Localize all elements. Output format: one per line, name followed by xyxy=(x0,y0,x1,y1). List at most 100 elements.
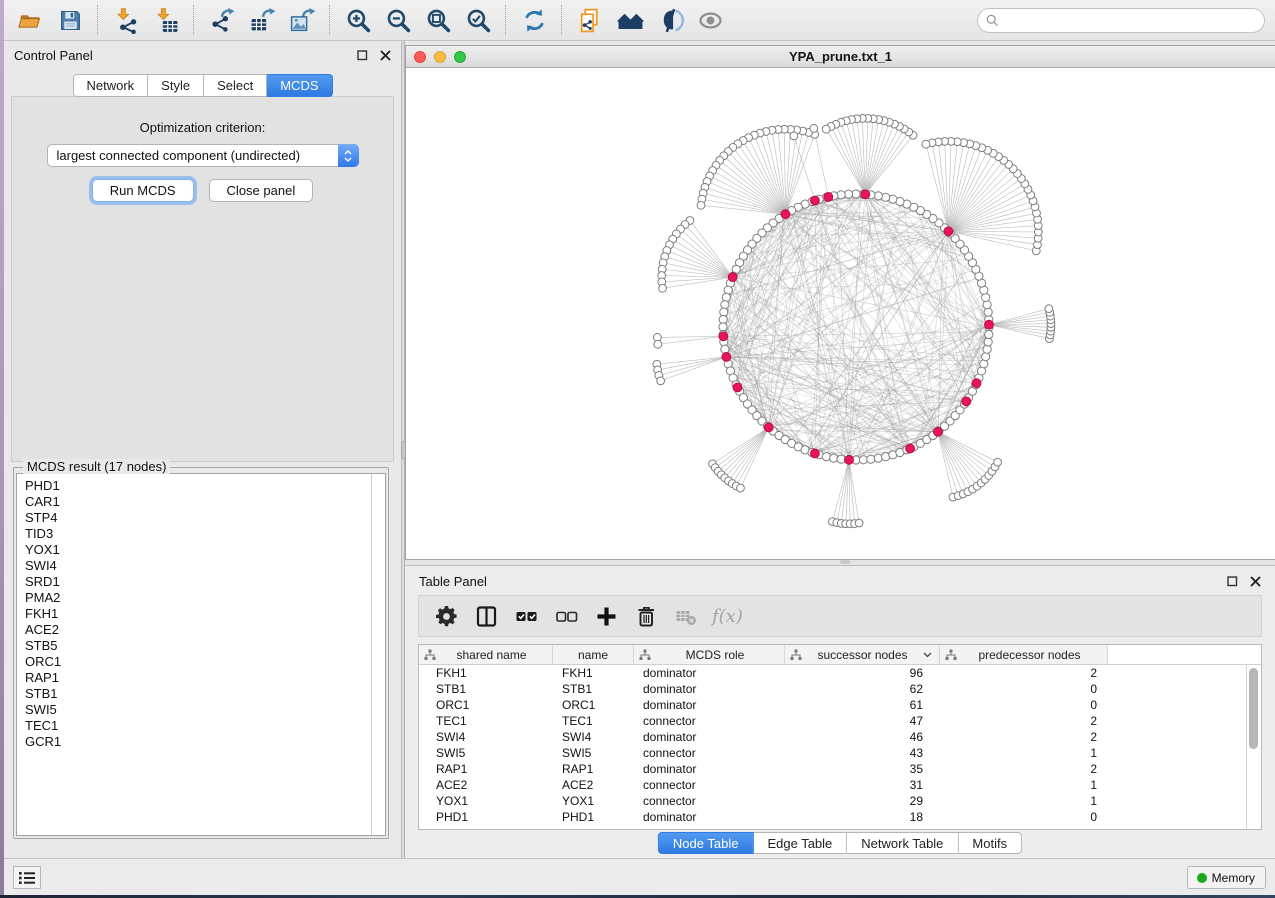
table-scrollbar[interactable] xyxy=(1246,665,1261,829)
mcds-result-item[interactable]: ORC1 xyxy=(25,654,385,670)
zoom-selected-button[interactable] xyxy=(458,3,498,37)
export-table-button[interactable] xyxy=(242,3,282,37)
refresh-button[interactable] xyxy=(514,3,554,37)
mcds-result-item[interactable]: STP4 xyxy=(25,510,385,526)
table-cell: 2 xyxy=(940,714,1108,728)
zoom-fit-button[interactable] xyxy=(418,3,458,37)
clone-network-button[interactable] xyxy=(570,3,610,37)
save-session-button[interactable] xyxy=(50,3,90,37)
mcds-result-item[interactable]: FKH1 xyxy=(25,606,385,622)
export-network-button[interactable] xyxy=(202,3,242,37)
tab-motifs[interactable]: Motifs xyxy=(958,832,1022,854)
close-panel-button[interactable]: Close panel xyxy=(209,179,314,202)
mcds-result-group: MCDS result (17 nodes) PHD1CAR1STP4TID3Y… xyxy=(13,467,389,839)
float-panel-icon[interactable] xyxy=(1226,575,1238,587)
function-builder-button[interactable]: f(x) xyxy=(712,606,743,627)
optimization-criterion-select[interactable]: largest connected component (undirected) xyxy=(47,144,359,167)
float-panel-icon[interactable] xyxy=(356,50,368,62)
tab-select[interactable]: Select xyxy=(204,74,267,97)
tab-edge-table[interactable]: Edge Table xyxy=(753,832,847,854)
import-table-button[interactable] xyxy=(146,3,186,37)
scrollbar-thumb[interactable] xyxy=(1249,668,1258,749)
zoom-in-button[interactable] xyxy=(338,3,378,37)
add-row-button[interactable] xyxy=(588,598,624,634)
hide-selected-button[interactable] xyxy=(650,3,690,37)
table-row[interactable]: YOX1YOX1connector291 xyxy=(419,793,1261,809)
first-neighbors-button[interactable] xyxy=(610,3,650,37)
trash-icon xyxy=(634,604,659,629)
column-header-mcds-role[interactable]: MCDS role xyxy=(634,645,785,664)
tab-network-table[interactable]: Network Table xyxy=(847,832,958,854)
mcds-result-item[interactable]: TEC1 xyxy=(25,718,385,734)
mcds-result-item[interactable]: STB5 xyxy=(25,638,385,654)
table-row[interactable]: ORC1ORC1dominator610 xyxy=(419,697,1261,713)
select-all-button[interactable] xyxy=(508,598,544,634)
mcds-result-item[interactable]: SWI4 xyxy=(25,558,385,574)
mcds-result-item[interactable]: PHD1 xyxy=(25,478,385,494)
delete-table-button[interactable] xyxy=(668,598,704,634)
mcds-result-item[interactable]: RAP1 xyxy=(25,670,385,686)
network-titlebar[interactable]: YPA_prune.txt_1 xyxy=(406,46,1275,68)
table-row[interactable]: TEC1TEC1connector472 xyxy=(419,713,1261,729)
close-panel-icon[interactable] xyxy=(379,50,391,62)
mcds-result-item[interactable]: SRD1 xyxy=(25,574,385,590)
column-header-successor-nodes[interactable]: successor nodes xyxy=(785,645,940,664)
table-cell: RAP1 xyxy=(419,762,553,776)
splitter-grip[interactable] xyxy=(840,560,850,564)
table-row[interactable]: SWI4SWI4dominator462 xyxy=(419,729,1261,745)
table-row[interactable]: STB1STB1dominator620 xyxy=(419,681,1261,697)
mcds-result-list[interactable]: PHD1CAR1STP4TID3YOX1SWI4SRD1PMA2FKH1ACE2… xyxy=(16,473,386,836)
table-cell: 1 xyxy=(940,746,1108,760)
list-scrollbar-gutter[interactable] xyxy=(371,474,385,835)
column-header-predecessor-nodes[interactable]: predecessor nodes xyxy=(940,645,1108,664)
mcds-result-item[interactable]: GCR1 xyxy=(25,734,385,750)
tab-node-table[interactable]: Node Table xyxy=(658,832,754,854)
mcds-result-item[interactable]: STB1 xyxy=(25,686,385,702)
zoom-out-button[interactable] xyxy=(378,3,418,37)
open-file-button[interactable] xyxy=(10,3,50,37)
delete-row-button[interactable] xyxy=(628,598,664,634)
table-cell: connector xyxy=(634,746,785,760)
table-body: FKH1FKH1dominator962STB1STB1dominator620… xyxy=(419,665,1261,825)
show-hidden-button[interactable] xyxy=(690,3,730,37)
table-cell: connector xyxy=(634,778,785,792)
import-network-button[interactable] xyxy=(106,3,146,37)
table-cell: dominator xyxy=(634,810,785,824)
show-columns-button[interactable] xyxy=(468,598,504,634)
table-row[interactable]: FKH1FKH1dominator962 xyxy=(419,665,1261,681)
column-header-name[interactable]: name xyxy=(553,645,634,664)
table-row[interactable]: RAP1RAP1dominator352 xyxy=(419,761,1261,777)
table-row[interactable]: ACE2ACE2connector311 xyxy=(419,777,1261,793)
export-image-button[interactable] xyxy=(282,3,322,37)
table-row[interactable]: SWI5SWI5connector431 xyxy=(419,745,1261,761)
table-cell: dominator xyxy=(634,762,785,776)
run-mcds-button[interactable]: Run MCDS xyxy=(92,179,194,202)
mcds-result-item[interactable]: SWI5 xyxy=(25,702,385,718)
table-cell: PHD1 xyxy=(553,810,634,824)
table-cell: 62 xyxy=(785,682,940,696)
tab-network[interactable]: Network xyxy=(72,74,148,97)
mcds-result-item[interactable]: YOX1 xyxy=(25,542,385,558)
tab-style[interactable]: Style xyxy=(148,74,204,97)
deselect-all-button[interactable] xyxy=(548,598,584,634)
clone-network-icon xyxy=(577,7,604,34)
table-row[interactable]: PHD1PHD1dominator180 xyxy=(419,809,1261,825)
search-input[interactable] xyxy=(1004,12,1256,28)
task-history-button[interactable] xyxy=(13,866,41,889)
close-panel-icon[interactable] xyxy=(1249,575,1261,587)
mcds-result-item[interactable]: TID3 xyxy=(25,526,385,542)
mcds-result-item[interactable]: CAR1 xyxy=(25,494,385,510)
column-header-shared-name[interactable]: shared name xyxy=(419,645,553,664)
two-houses-icon xyxy=(617,7,644,34)
mcds-result-item[interactable]: PMA2 xyxy=(25,590,385,606)
tab-mcds[interactable]: MCDS xyxy=(267,74,332,97)
memory-button[interactable]: Memory xyxy=(1187,866,1266,889)
tree-icon xyxy=(639,649,651,661)
table-settings-button[interactable] xyxy=(428,598,464,634)
column-header-filler xyxy=(1108,645,1261,664)
mcds-result-item[interactable]: ACE2 xyxy=(25,622,385,638)
table-cell: PHD1 xyxy=(419,810,553,824)
node-table: shared name name MCDS role successor nod… xyxy=(418,644,1262,830)
network-canvas[interactable] xyxy=(406,68,1274,560)
plus-icon xyxy=(594,604,619,629)
